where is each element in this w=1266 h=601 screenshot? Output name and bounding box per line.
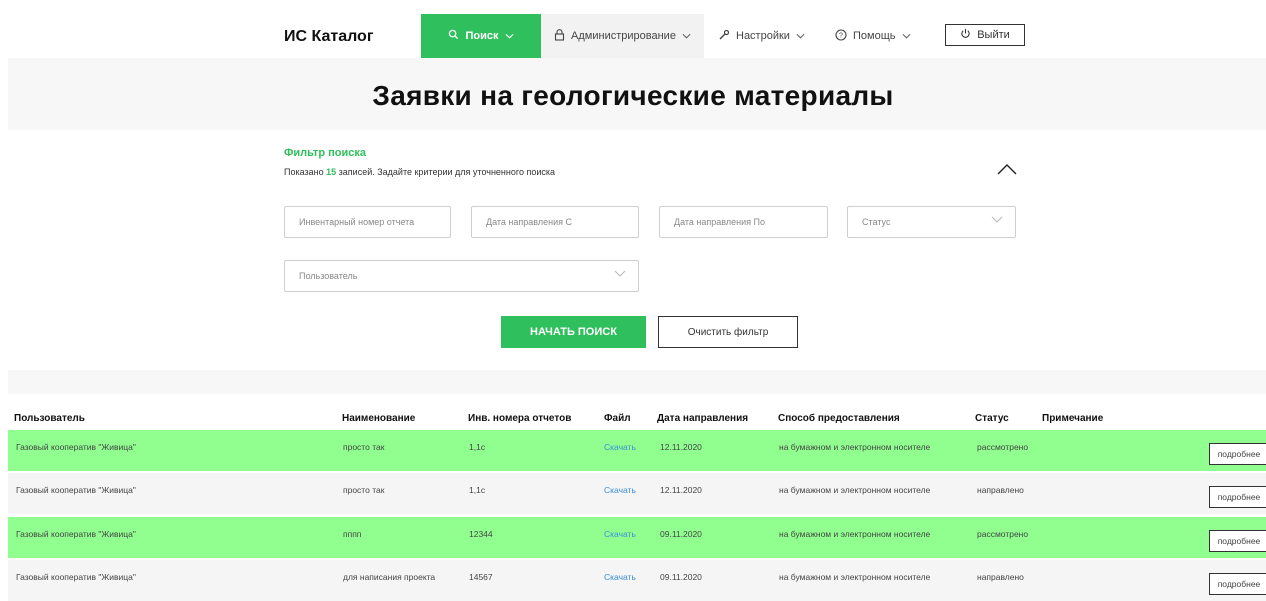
cell-user: Газовый кооператив "Живица" [16,485,136,495]
divider-band [8,370,1266,394]
cell-status: рассмотрено [977,442,1029,452]
details-button[interactable]: подробнее [1209,530,1266,552]
cell-user: Газовый кооператив "Живица" [16,572,136,582]
nav-search[interactable]: Поиск [421,14,541,58]
date-to-input[interactable]: Дата направления По [659,206,828,238]
cell-name: просто так [343,442,385,452]
chevron-down-icon [682,30,691,42]
cell-date: 12.11.2020 [660,485,702,495]
nav-search-label: Поиск [465,30,499,42]
cell-status: направлено [977,485,1024,495]
date-from-placeholder: Дата направления С [486,217,572,227]
start-search-button[interactable]: НАЧАТЬ ПОИСК [501,316,646,348]
col-header-date: Дата направления [657,413,749,424]
download-link[interactable]: Скачать [604,572,636,582]
user-placeholder: Пользователь [299,271,358,281]
download-link[interactable]: Скачать [604,529,636,539]
cell-inv: 14567 [469,572,493,582]
table-row: Газовый кооператив "Живица" пппп 12344 С… [8,517,1266,558]
cell-method: на бумажном и электронном носителе [779,485,931,495]
cell-status: направлено [977,572,1024,582]
cell-name: пппп [343,529,362,539]
cell-date: 09.11.2020 [660,529,702,539]
summary-prefix: Показано [284,167,324,177]
cell-inv: 1,1c [469,442,486,452]
col-header-user: Пользователь [14,413,85,424]
details-button[interactable]: подробнее [1209,443,1266,465]
help-icon: ? [835,28,847,44]
filter-title: Фильтр поиска [284,147,366,159]
col-header-name: Наименование [342,413,416,424]
nav-admin[interactable]: Администрирование [541,14,704,58]
chevron-down-icon [796,30,805,42]
table-row: Газовый кооператив "Живица" просто так 1… [8,430,1266,471]
nav-settings[interactable]: Настройки [718,14,805,58]
download-link[interactable]: Скачать [604,442,636,452]
cell-user: Газовый кооператив "Живица" [16,442,136,452]
chevron-down-icon [902,30,911,42]
table-row: Газовый кооператив "Живица" просто так 1… [8,473,1266,514]
cell-date: 09.11.2020 [660,572,702,582]
lock-icon [554,28,565,44]
date-to-placeholder: Дата направления По [674,217,765,227]
status-select[interactable]: Статус [847,206,1016,238]
chevron-down-icon [991,216,1003,226]
col-header-method: Способ предоставления [778,413,900,424]
clear-filter-button[interactable]: Очистить фильтр [658,316,798,348]
details-button[interactable]: подробнее [1209,486,1266,508]
cell-method: на бумажном и электронном носителе [779,442,931,452]
record-count: 15 [326,167,337,177]
cell-method: на бумажном и электронном носителе [779,529,931,539]
cell-inv: 1,1c [469,485,486,495]
chevron-up-icon [996,163,1018,180]
nav-admin-label: Администрирование [571,30,676,42]
col-header-status: Статус [975,413,1009,424]
chevron-down-icon [505,31,514,42]
table-row: Газовый кооператив "Живица" для написани… [8,560,1266,601]
col-header-note: Примечание [1042,413,1104,424]
nav-settings-label: Настройки [736,30,790,42]
chevron-down-icon [614,270,626,280]
download-link[interactable]: Скачать [604,485,636,495]
cell-status: рассмотрено [977,529,1029,539]
cell-inv: 12344 [469,529,493,539]
status-placeholder: Статус [862,217,891,227]
power-icon [960,28,971,42]
page-title: Заявки на геологические материалы [372,80,894,111]
nav-help[interactable]: ? Помощь [835,14,911,58]
cell-name: просто так [343,485,385,495]
date-from-input[interactable]: Дата направления С [471,206,639,238]
details-button[interactable]: подробнее [1209,573,1266,595]
col-header-file: Файл [604,413,631,424]
nav-help-label: Помощь [853,30,896,42]
filter-summary: Показано 15 записей. Задайте критерии дл… [284,167,555,177]
logout-label: Выйти [977,29,1010,41]
cell-name: для написания проекта [343,572,436,582]
col-header-inv: Инв. номера отчетов [468,413,572,424]
logout-button[interactable]: Выйти [945,24,1025,46]
cell-method: на бумажном и электронном носителе [779,572,931,582]
cell-date: 12.11.2020 [660,442,702,452]
wrench-icon [718,29,730,44]
svg-text:?: ? [839,32,843,39]
user-select[interactable]: Пользователь [284,260,639,292]
search-icon [448,29,459,43]
app-logo[interactable]: ИС Каталог [284,28,373,46]
collapse-filter-button[interactable] [996,162,1018,184]
inventory-number-input[interactable]: Инвентарный номер отчета [284,206,451,238]
cell-user: Газовый кооператив "Живица" [16,529,136,539]
inventory-placeholder: Инвентарный номер отчета [299,217,415,227]
summary-suffix: записей. Задайте критерии для уточненног… [338,167,556,177]
